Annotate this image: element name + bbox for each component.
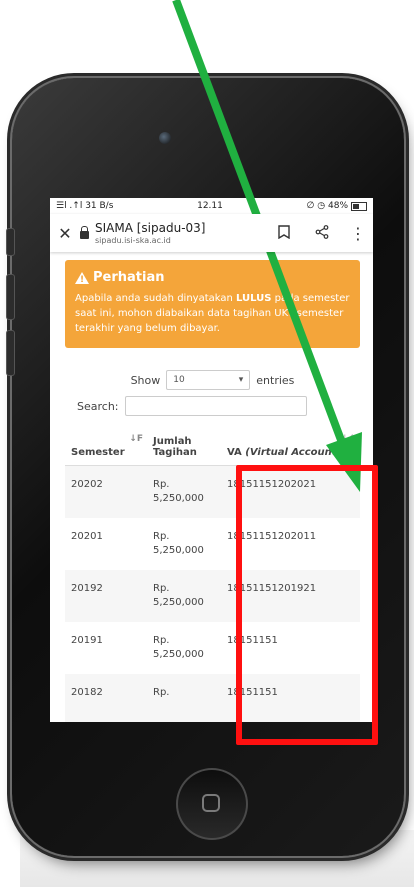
highlight-box [236,465,378,745]
browser-toolbar: ✕ SIAMA [sipadu-03] sipadu.isi-ska.ac.id… [50,214,373,252]
share-icon[interactable] [313,224,331,243]
bookmark-icon[interactable] [275,224,293,243]
close-icon[interactable]: ✕ [56,224,74,243]
lock-icon [80,226,89,239]
page-title: SIAMA [sipadu-03] [95,221,206,235]
more-vert-icon[interactable]: ⋮ [349,224,367,243]
page-title-block[interactable]: SIAMA [sipadu-03] sipadu.isi-ska.ac.id [95,221,269,245]
annotation-arrow [172,0,362,492]
page-url: sipadu.isi-ska.ac.id [95,236,171,245]
